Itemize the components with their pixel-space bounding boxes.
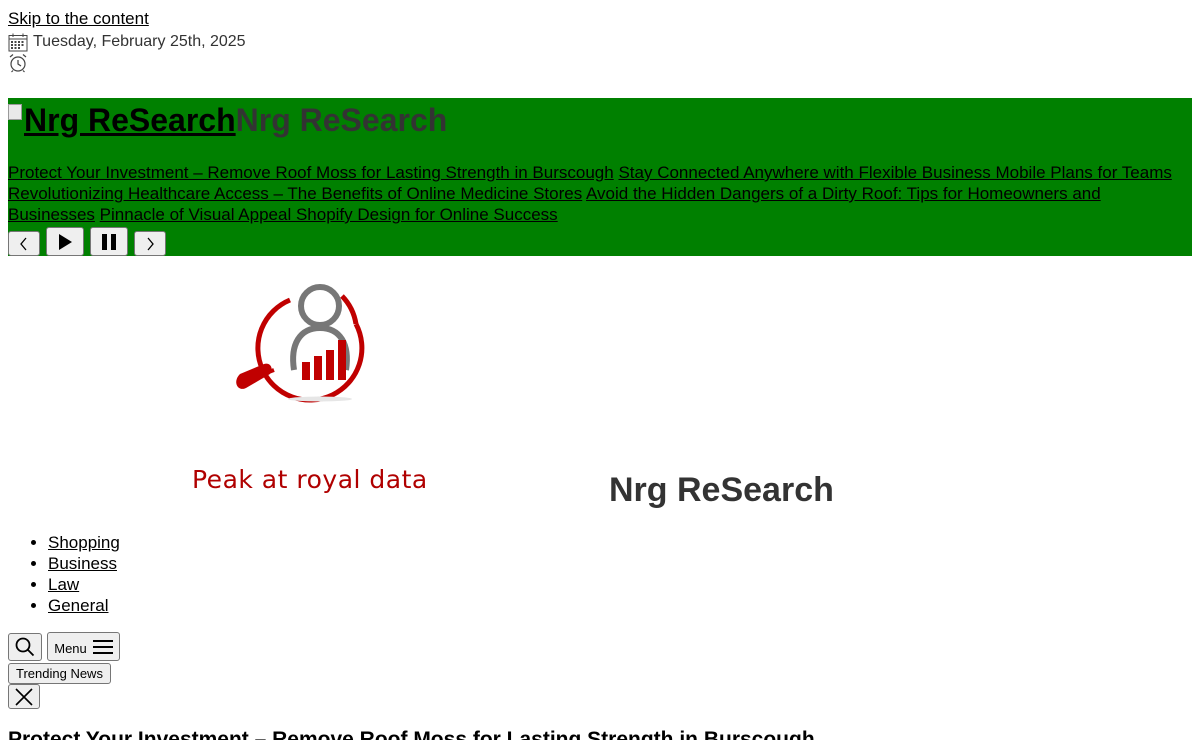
hamburger-menu-icon: [92, 639, 113, 655]
close-icon: [15, 687, 33, 706]
ticker-play-button[interactable]: [46, 227, 84, 256]
chevron-left-icon: [18, 237, 30, 251]
ticker-item[interactable]: Pinnacle of Visual Appeal Shopify Design…: [100, 205, 558, 224]
nav-item-business: Business: [48, 553, 120, 574]
nav-link-shopping[interactable]: Shopping: [48, 533, 120, 552]
site-title[interactable]: Nrg ReSearch: [609, 470, 834, 510]
play-icon: [56, 233, 74, 251]
article-heading[interactable]: Protect Your Investment – Remove Roof Mo…: [8, 726, 815, 740]
ticker-prev-button[interactable]: [8, 231, 40, 256]
nav-item-general: General: [48, 595, 120, 616]
main-navigation: Shopping Business Law General: [8, 532, 120, 616]
menu-toggle-button[interactable]: Menu: [47, 632, 120, 661]
clock-row: [8, 53, 28, 78]
date-row: Tuesday, February 25th, 2025: [8, 31, 246, 53]
search-icon: [15, 637, 35, 657]
nav-link-law[interactable]: Law: [48, 575, 79, 594]
page: Skip to the content Tuesday, February 25…: [0, 0, 1200, 740]
ticker-bar: Nrg ReSearch Nrg ReSearch Protect Your I…: [8, 98, 1192, 256]
skip-to-content-link[interactable]: Skip to the content: [8, 8, 149, 30]
broken-logo-image: [8, 104, 22, 120]
site-tagline: Peak at royal data: [192, 465, 428, 494]
ticker-site-title: Nrg ReSearch: [235, 102, 448, 138]
ticker-item[interactable]: Stay Connected Anywhere with Flexible Bu…: [618, 163, 1171, 182]
ticker-pause-button[interactable]: [90, 227, 128, 256]
menu-button-label: Menu: [54, 641, 87, 656]
current-date: Tuesday, February 25th, 2025: [33, 33, 246, 50]
ticker-items: Protect Your Investment – Remove Roof Mo…: [8, 162, 1192, 225]
ticker-item[interactable]: Protect Your Investment – Remove Roof Mo…: [8, 163, 614, 182]
ticker-controls: [8, 227, 166, 256]
magnifier-analytics-logo: [236, 284, 365, 403]
header-tool-row: Menu: [8, 632, 120, 661]
ticker-next-button[interactable]: [134, 231, 166, 256]
trending-news-button[interactable]: Trending News: [8, 663, 111, 684]
ticker-item[interactable]: Revolutionizing Healthcare Access – The …: [8, 184, 582, 203]
nav-link-business[interactable]: Business: [48, 554, 117, 573]
ticker-logo-line: Nrg ReSearch Nrg ReSearch: [8, 98, 447, 142]
ticker-logo-link[interactable]: Nrg ReSearch: [24, 98, 236, 142]
nav-item-shopping: Shopping: [48, 532, 120, 553]
alarm-clock-icon: [8, 53, 28, 73]
nav-item-law: Law: [48, 574, 120, 595]
chevron-right-icon: [144, 237, 156, 251]
search-toggle-button[interactable]: [8, 632, 42, 661]
close-button[interactable]: [8, 684, 40, 709]
pause-icon: [100, 233, 118, 251]
nav-link-general[interactable]: General: [48, 596, 108, 615]
calendar-icon: [8, 33, 28, 52]
